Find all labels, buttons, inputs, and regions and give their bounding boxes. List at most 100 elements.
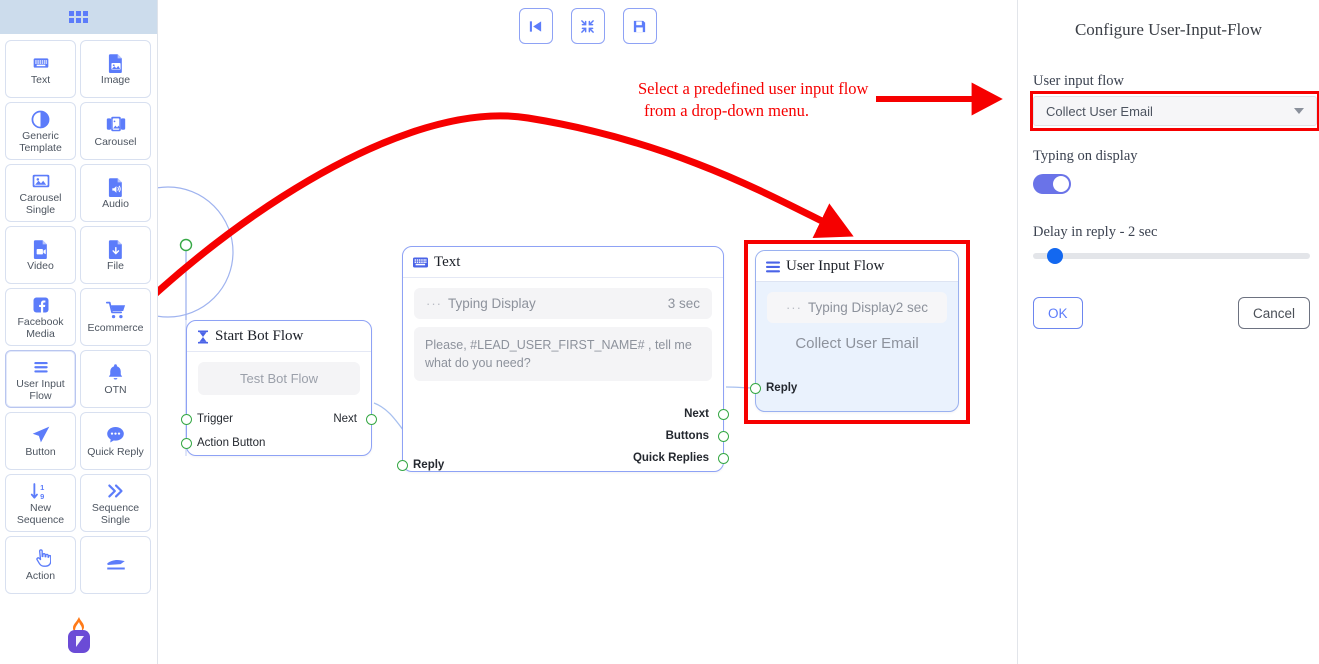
audio-file-icon (106, 176, 126, 198)
palette-item-image[interactable]: Image (80, 40, 151, 98)
delay-slider[interactable] (1033, 248, 1310, 264)
save-button[interactable] (622, 8, 657, 44)
palette-item-quick-reply[interactable]: Quick Reply (80, 412, 151, 470)
annotation-line-2: from a drop-down menu. (644, 101, 809, 120)
palette-item-label: Button (25, 445, 56, 458)
download-file-icon (106, 238, 126, 260)
palette-item-unnamed-17[interactable] (80, 536, 151, 594)
user-input-flow-select[interactable]: Collect User Email (1033, 96, 1317, 126)
port-label-trigger: Trigger (197, 413, 233, 425)
palette-item-user-input-flow[interactable]: User Input Flow (5, 350, 76, 408)
node-header: Text (403, 247, 723, 278)
svg-text:1: 1 (40, 483, 44, 492)
typing-display-row[interactable]: ··· Typing Display 3 sec (414, 288, 712, 319)
ok-button[interactable]: OK (1033, 297, 1083, 329)
palette-item-action[interactable]: Action (5, 536, 76, 594)
palette-item-label: Audio (102, 197, 129, 210)
slider-thumb[interactable] (1046, 248, 1063, 264)
node-body: Test Bot Flow Trigger Action Button Next (181, 352, 377, 449)
palette-item-button[interactable]: Button (5, 412, 76, 470)
palette-grid: Text Image Generic Template Carousel Car… (0, 34, 157, 594)
palette-item-label: Ecommerce (87, 321, 144, 334)
node-title: Start Bot Flow (215, 328, 304, 344)
port-label-reply: Reply (766, 382, 798, 394)
palette-item-carousel[interactable]: Carousel (80, 102, 151, 160)
palette-item-label: Facebook Media (17, 316, 64, 340)
delay-in-reply-label: Delay in reply - 2 sec (1033, 224, 1158, 240)
typing-display-label: Typing Display2 sec (807, 300, 929, 315)
chevron-down-icon (1294, 108, 1304, 114)
port-buttons[interactable] (718, 431, 729, 442)
send-arrow-icon (30, 424, 52, 446)
palette-item-new-sequence[interactable]: 1 9 New Sequence (5, 474, 76, 532)
palette-item-ecommerce[interactable]: Ecommerce (80, 288, 151, 346)
selected-flow-name: Collect User Email (795, 335, 919, 352)
skip-to-start-button[interactable] (518, 8, 553, 44)
port-label-next: Next (684, 408, 709, 420)
toggle-knob (1053, 176, 1069, 192)
palette-item-facebook-media[interactable]: Facebook Media (5, 288, 76, 346)
node-title: Text (434, 254, 461, 270)
node-header: User Input Flow (756, 251, 958, 282)
grid-icon[interactable] (69, 11, 88, 23)
configure-panel: Configure User-Input-Flow User input flo… (1017, 0, 1319, 664)
node-user-input-flow[interactable]: User Input Flow ··· Typing Display2 sec C… (750, 250, 959, 412)
pointing-hand-icon (31, 548, 51, 570)
palette-item-label: Carousel (94, 135, 137, 148)
annotation-callout: Select a predefined user input flow from… (638, 78, 868, 122)
hamburger-lines-icon (30, 356, 52, 378)
keyboard-icon (30, 52, 52, 74)
chat-bubble-icon (105, 424, 126, 446)
cancel-button[interactable]: Cancel (1237, 297, 1310, 329)
palette-header (0, 0, 157, 34)
palette-item-video[interactable]: Video (5, 226, 76, 284)
palette-item-label: Quick Reply (87, 445, 144, 458)
image-file-icon (106, 52, 126, 74)
test-bot-flow-button[interactable]: Test Bot Flow (198, 362, 360, 395)
port-next[interactable] (366, 414, 377, 425)
port-reply[interactable] (397, 460, 408, 471)
node-start-bot-flow[interactable]: Start Bot Flow Test Bot Flow Trigger Act… (181, 320, 377, 456)
port-next[interactable] (718, 409, 729, 420)
node-text[interactable]: Text ··· Typing Display 3 sec Please, #LE… (397, 246, 729, 472)
facebook-icon (31, 294, 51, 316)
palette-item-file[interactable]: File (80, 226, 151, 284)
typing-display-row[interactable]: ··· Typing Display2 sec (767, 292, 947, 323)
port-label-action-button: Action Button (197, 437, 266, 449)
panel-title: Configure User-Input-Flow (1074, 20, 1263, 39)
annotation-line-1: Select a predefined user input flow (638, 79, 869, 98)
typing-on-display-label: Typing on display (1033, 148, 1138, 164)
palette-item-audio[interactable]: Audio (80, 164, 151, 222)
typing-on-display-toggle[interactable] (1033, 174, 1071, 194)
typing-dots-icon: ··· (785, 300, 802, 315)
double-chevron-right-icon (105, 480, 127, 502)
svg-text:9: 9 (40, 491, 44, 500)
port-label-buttons: Buttons (665, 430, 709, 442)
port-reply[interactable] (750, 383, 761, 394)
message-text[interactable]: Please, #LEAD_USER_FIRST_NAME# , tell me… (414, 327, 712, 381)
single-image-icon (30, 170, 52, 192)
typing-display-label: Typing Display (448, 296, 536, 311)
palette-item-label: Image (100, 73, 131, 86)
palette-item-label: User Input Flow (16, 378, 65, 402)
hamburger-lines-icon (766, 261, 780, 273)
palette-item-text[interactable]: Text (5, 40, 76, 98)
port-trigger[interactable] (181, 414, 192, 425)
fit-to-screen-button[interactable] (570, 8, 605, 44)
palette-item-label: OTN (104, 383, 127, 396)
panel-actions: OK Cancel (1033, 297, 1310, 329)
palette-item-sequence-single[interactable]: Sequence Single (80, 474, 151, 532)
component-palette-sidebar: Text Image Generic Template Carousel Car… (0, 0, 158, 664)
palette-item-label: Action (25, 569, 56, 582)
palette-item-generic-template[interactable]: Generic Template (5, 102, 76, 160)
port-quick-replies[interactable] (718, 453, 729, 464)
node-body: ··· Typing Display 3 sec Please, #LEAD_US… (397, 278, 729, 471)
compress-arrows-icon (581, 19, 594, 33)
palette-item-carousel-single[interactable]: Carousel Single (5, 164, 76, 222)
palette-item-label: New Sequence (16, 502, 65, 526)
palette-item-otn[interactable]: OTN (80, 350, 151, 408)
flow-canvas[interactable]: Select a predefined user input flow from… (158, 0, 1017, 664)
port-label-next: Next (333, 413, 357, 425)
port-action-button[interactable] (181, 438, 192, 449)
palette-item-label: Carousel Single (19, 192, 62, 216)
